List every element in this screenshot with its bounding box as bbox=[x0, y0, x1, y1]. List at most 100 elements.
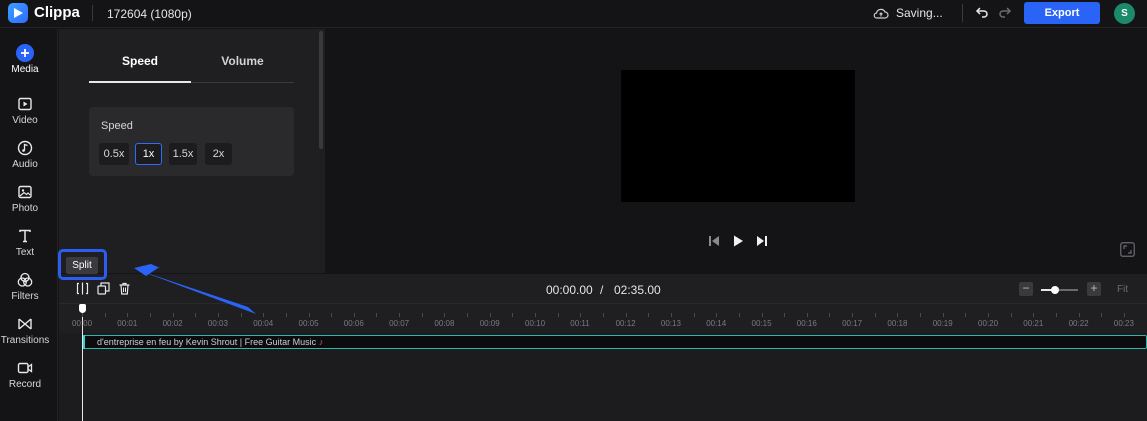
ruler-tick bbox=[1101, 313, 1103, 317]
active-tab-indicator bbox=[89, 81, 191, 83]
ruler-tick bbox=[874, 313, 876, 317]
undo-icon[interactable] bbox=[975, 5, 989, 19]
ruler-label: 00:20 bbox=[978, 319, 999, 328]
ruler-tick bbox=[897, 313, 899, 317]
sidebar-item-label: Record bbox=[8, 379, 42, 390]
ruler-tick bbox=[920, 313, 922, 317]
ruler-label: 00:12 bbox=[615, 319, 636, 328]
skip-previous-icon[interactable] bbox=[708, 235, 720, 247]
ruler-tick bbox=[738, 313, 740, 317]
ruler-tick bbox=[557, 313, 559, 317]
play-icon[interactable] bbox=[732, 235, 744, 247]
plus-circle-icon bbox=[16, 44, 34, 62]
ruler-tick bbox=[716, 313, 718, 317]
ruler-tick bbox=[127, 313, 129, 317]
ruler-label: 00:16 bbox=[796, 319, 817, 328]
redo-icon[interactable] bbox=[998, 5, 1012, 19]
ruler-tick bbox=[172, 313, 174, 317]
speed-option-1-5x[interactable]: 1.5x bbox=[169, 143, 197, 165]
ruler-tick bbox=[1010, 313, 1012, 317]
ruler-tick bbox=[988, 313, 989, 317]
ruler-tick bbox=[670, 313, 672, 317]
speed-option-2x[interactable]: 2x bbox=[205, 143, 232, 165]
speed-option-0-5x[interactable]: 0.5x bbox=[99, 143, 129, 165]
saving-status: Saving... bbox=[896, 6, 943, 20]
total-time: 02:35.00 bbox=[614, 283, 661, 297]
sidebar-item-record[interactable]: Record bbox=[0, 359, 50, 399]
text-icon bbox=[19, 229, 31, 243]
playhead-handle[interactable] bbox=[79, 304, 86, 313]
duplicate-icon[interactable] bbox=[97, 282, 110, 295]
speed-option-1x[interactable]: 1x bbox=[135, 143, 162, 165]
ruler-label: 00:13 bbox=[660, 319, 681, 328]
ruler-tick bbox=[512, 313, 514, 317]
sidebar-item-label: Filters bbox=[11, 291, 39, 302]
image-icon bbox=[18, 185, 32, 199]
sidebar-item-video[interactable]: Video bbox=[0, 95, 50, 135]
ruler-tick bbox=[829, 313, 831, 317]
skip-next-icon[interactable] bbox=[756, 235, 768, 247]
ruler-tick bbox=[693, 313, 695, 317]
zoom-slider-handle[interactable] bbox=[1051, 286, 1059, 294]
sidebar-item-media[interactable]: Media bbox=[0, 44, 50, 84]
music-note-icon bbox=[17, 140, 33, 156]
ruler-label: 00:21 bbox=[1023, 319, 1044, 328]
sidebar-item-text[interactable]: Text bbox=[0, 227, 50, 267]
header-divider bbox=[962, 4, 963, 22]
split-icon[interactable] bbox=[76, 282, 89, 295]
video-preview-canvas[interactable] bbox=[621, 70, 855, 202]
ruler-tick bbox=[149, 313, 151, 317]
ruler-label: 00:05 bbox=[298, 319, 319, 328]
speed-card bbox=[89, 107, 294, 176]
ruler-tick bbox=[1123, 313, 1125, 317]
annotation-arrow bbox=[134, 264, 256, 314]
ruler-tick bbox=[580, 313, 582, 317]
ruler-tick bbox=[784, 313, 786, 317]
zoom-out-button[interactable]: − bbox=[1019, 282, 1033, 296]
fullscreen-icon[interactable] bbox=[1120, 242, 1135, 257]
ruler-tick bbox=[467, 313, 469, 317]
ruler-tick bbox=[217, 313, 219, 317]
ruler-tick bbox=[806, 313, 808, 317]
filters-icon bbox=[17, 272, 33, 287]
cloud-save-icon bbox=[873, 8, 889, 19]
sidebar-item-label: Photo bbox=[11, 203, 39, 214]
fit-button[interactable]: Fit bbox=[1117, 284, 1128, 295]
ruler-label: 00:18 bbox=[887, 319, 908, 328]
project-name[interactable]: 172604 (1080p) bbox=[107, 7, 192, 21]
ruler-label: 00:02 bbox=[162, 319, 183, 328]
app-title: Clippa bbox=[34, 4, 80, 21]
ruler-tick bbox=[535, 313, 536, 317]
ruler-label: 00:07 bbox=[389, 319, 410, 328]
ruler-label: 00:19 bbox=[932, 319, 953, 328]
sidebar-item-label: Video bbox=[12, 115, 38, 126]
video-icon bbox=[18, 97, 32, 111]
ruler-label: 00:09 bbox=[479, 319, 500, 328]
zoom-in-button[interactable]: + bbox=[1087, 282, 1101, 296]
sidebar-item-label: Audio bbox=[12, 159, 38, 170]
ruler-tick bbox=[489, 313, 491, 317]
split-tooltip: Split bbox=[66, 257, 98, 274]
sidebar-item-label: Transitions bbox=[0, 335, 50, 346]
export-button[interactable]: Export bbox=[1024, 2, 1100, 24]
ruler-label: 00:00 bbox=[72, 319, 93, 328]
tab-speed[interactable]: Speed bbox=[89, 54, 191, 68]
sidebar-item-transitions[interactable]: Transitions bbox=[0, 315, 50, 355]
ruler-tick bbox=[942, 313, 944, 317]
tab-volume[interactable]: Volume bbox=[191, 54, 294, 68]
user-avatar[interactable]: S bbox=[1114, 3, 1135, 24]
sidebar-item-filters[interactable]: Filters bbox=[0, 271, 50, 311]
panel-scrollbar[interactable] bbox=[319, 31, 323, 149]
ruler-label: 00:15 bbox=[751, 319, 772, 328]
ruler-tick bbox=[285, 313, 287, 317]
ruler-label: 00:04 bbox=[253, 319, 274, 328]
ruler-tick bbox=[625, 313, 627, 317]
sidebar-item-audio[interactable]: Audio bbox=[0, 139, 50, 179]
ruler-tick bbox=[965, 313, 967, 317]
sidebar-item-photo[interactable]: Photo bbox=[0, 183, 50, 223]
ruler-label: 00:01 bbox=[117, 319, 138, 328]
time-separator: / bbox=[600, 283, 604, 297]
ruler-tick bbox=[421, 313, 423, 317]
ruler-label: 00:06 bbox=[343, 319, 364, 328]
ruler-label: 00:23 bbox=[1113, 319, 1134, 328]
